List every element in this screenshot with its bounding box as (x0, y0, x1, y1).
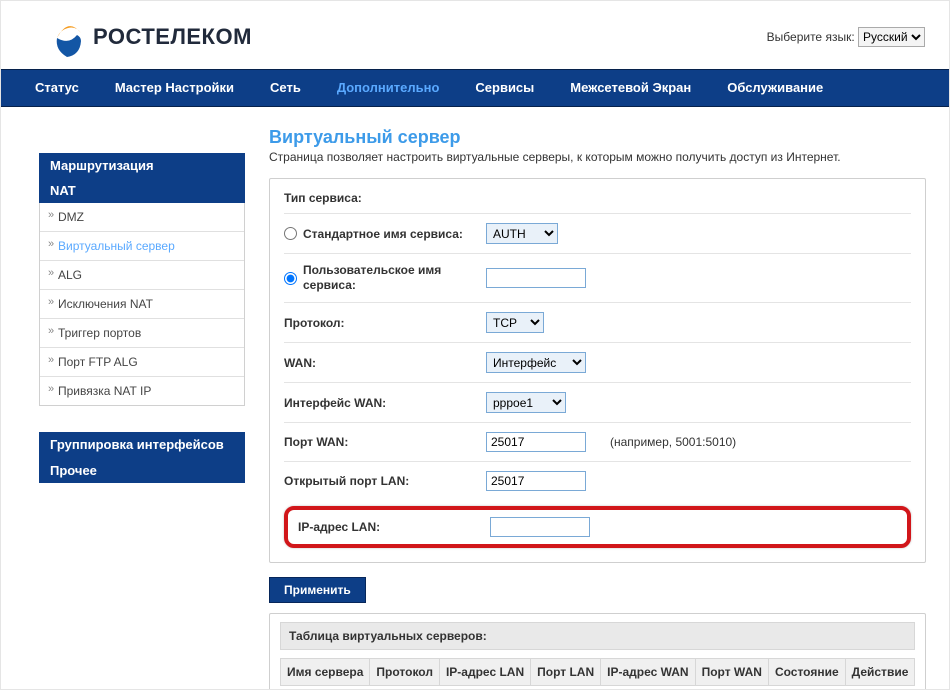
hint-wan-port: (например, 5001:5010) (610, 435, 736, 449)
apply-wrap: Применить (269, 577, 926, 603)
radio-standard-service[interactable] (284, 227, 297, 240)
select-standard-service[interactable]: AUTH (486, 223, 558, 244)
radio-custom-service[interactable] (284, 272, 297, 285)
sidebar-item-virtual-server[interactable]: Виртуальный сервер (40, 232, 244, 260)
sidebar-item-alg[interactable]: ALG (40, 261, 244, 289)
row-wan-port: Порт WAN: (например, 5001:5010) (284, 422, 911, 461)
label-wan-port: Порт WAN: (284, 435, 486, 449)
sidebar-item-ftp-alg[interactable]: Порт FTP ALG (40, 348, 244, 376)
sidebar-head-grouping[interactable]: Группировка интерфейсов (39, 432, 245, 458)
nav-maintenance[interactable]: Обслуживание (709, 69, 841, 107)
nav-status[interactable]: Статус (17, 69, 97, 107)
sidebar-list-nat: DMZ Виртуальный сервер ALG Исключения NA… (39, 203, 245, 406)
label-wan: WAN: (284, 356, 486, 370)
form-box: Тип сервиса: Стандартное имя сервиса: AU… (269, 178, 926, 563)
select-wan[interactable]: Интерфейс (486, 352, 586, 373)
sidebar-item-nat-ip-bind[interactable]: Привязка NAT IP (40, 377, 244, 405)
apply-button[interactable]: Применить (269, 577, 366, 603)
row-lan-port: Открытый порт LAN: (284, 461, 911, 500)
col-lan-ip: IP-адрес LAN (440, 658, 531, 686)
table-title: Таблица виртуальных серверов: (280, 622, 915, 650)
row-standard-service: Стандартное имя сервиса: AUTH (284, 213, 911, 253)
table-header-row: Имя сервера Протокол IP-адрес LAN Порт L… (280, 658, 915, 686)
row-wan-interface: Интерфейс WAN: pppoe1 (284, 382, 911, 422)
nav-network[interactable]: Сеть (252, 69, 319, 107)
sidebar-head-routing[interactable]: Маршрутизация (39, 153, 245, 178)
sidebar-item-nat-exclusions[interactable]: Исключения NAT (40, 290, 244, 318)
label-custom-service[interactable]: Пользовательское имя сервиса: (284, 263, 486, 293)
sidebar: Маршрутизация NAT DMZ Виртуальный сервер… (39, 127, 245, 483)
brand-logo: РОСТЕЛЕКОМ (51, 15, 252, 59)
main-nav: Статус Мастер Настройки Сеть Дополнитель… (1, 69, 949, 107)
label-protocol: Протокол: (284, 316, 486, 330)
label-lan-ip: IP-адрес LAN: (298, 520, 490, 534)
nav-advanced[interactable]: Дополнительно (319, 69, 458, 107)
sidebar-item-dmz[interactable]: DMZ (40, 203, 244, 231)
language-selector: Выберите язык: Русский (767, 27, 925, 47)
language-select[interactable]: Русский (858, 27, 925, 47)
brand-text: РОСТЕЛЕКОМ (93, 24, 252, 50)
select-wan-interface[interactable]: pppoe1 (486, 392, 566, 413)
row-wan: WAN: Интерфейс (284, 342, 911, 382)
label-standard-service[interactable]: Стандартное имя сервиса: (284, 227, 486, 241)
input-wan-port[interactable] (486, 432, 586, 452)
col-action: Действие (846, 658, 916, 686)
col-wan-ip: IP-адрес WAN (601, 658, 695, 686)
nav-wizard[interactable]: Мастер Настройки (97, 69, 252, 107)
sidebar-head-other[interactable]: Прочее (39, 458, 245, 483)
language-label: Выберите язык: (767, 30, 855, 44)
brand-logo-icon (51, 15, 85, 59)
label-wan-interface: Интерфейс WAN: (284, 396, 486, 410)
topbar: РОСТЕЛЕКОМ Выберите язык: Русский (1, 1, 949, 69)
col-lan-port: Порт LAN (531, 658, 601, 686)
col-wan-port: Порт WAN (696, 658, 769, 686)
row-protocol: Протокол: TCP (284, 302, 911, 342)
page-desc: Страница позволяет настроить виртуальные… (269, 150, 926, 164)
col-state: Состояние (769, 658, 846, 686)
input-lan-port[interactable] (486, 471, 586, 491)
nav-services[interactable]: Сервисы (457, 69, 552, 107)
table-box: Таблица виртуальных серверов: Имя сервер… (269, 613, 926, 690)
row-custom-service: Пользовательское имя сервиса: (284, 253, 911, 302)
sidebar-head-nat[interactable]: NAT (39, 178, 245, 203)
page-title: Виртуальный сервер (269, 127, 926, 148)
app-window: РОСТЕЛЕКОМ Выберите язык: Русский Статус… (0, 0, 950, 690)
col-server-name: Имя сервера (280, 658, 370, 686)
body: Маршрутизация NAT DMZ Виртуальный сервер… (1, 107, 949, 690)
content: Виртуальный сервер Страница позволяет на… (245, 127, 926, 690)
select-protocol[interactable]: TCP (486, 312, 544, 333)
row-lan-ip: IP-адрес LAN: (284, 506, 911, 548)
nav-firewall[interactable]: Межсетевой Экран (552, 69, 709, 107)
label-lan-port: Открытый порт LAN: (284, 474, 486, 488)
input-custom-service[interactable] (486, 268, 586, 288)
col-protocol: Протокол (370, 658, 440, 686)
form-heading: Тип сервиса: (284, 191, 911, 205)
input-lan-ip[interactable] (490, 517, 590, 537)
sidebar-item-port-trigger[interactable]: Триггер портов (40, 319, 244, 347)
